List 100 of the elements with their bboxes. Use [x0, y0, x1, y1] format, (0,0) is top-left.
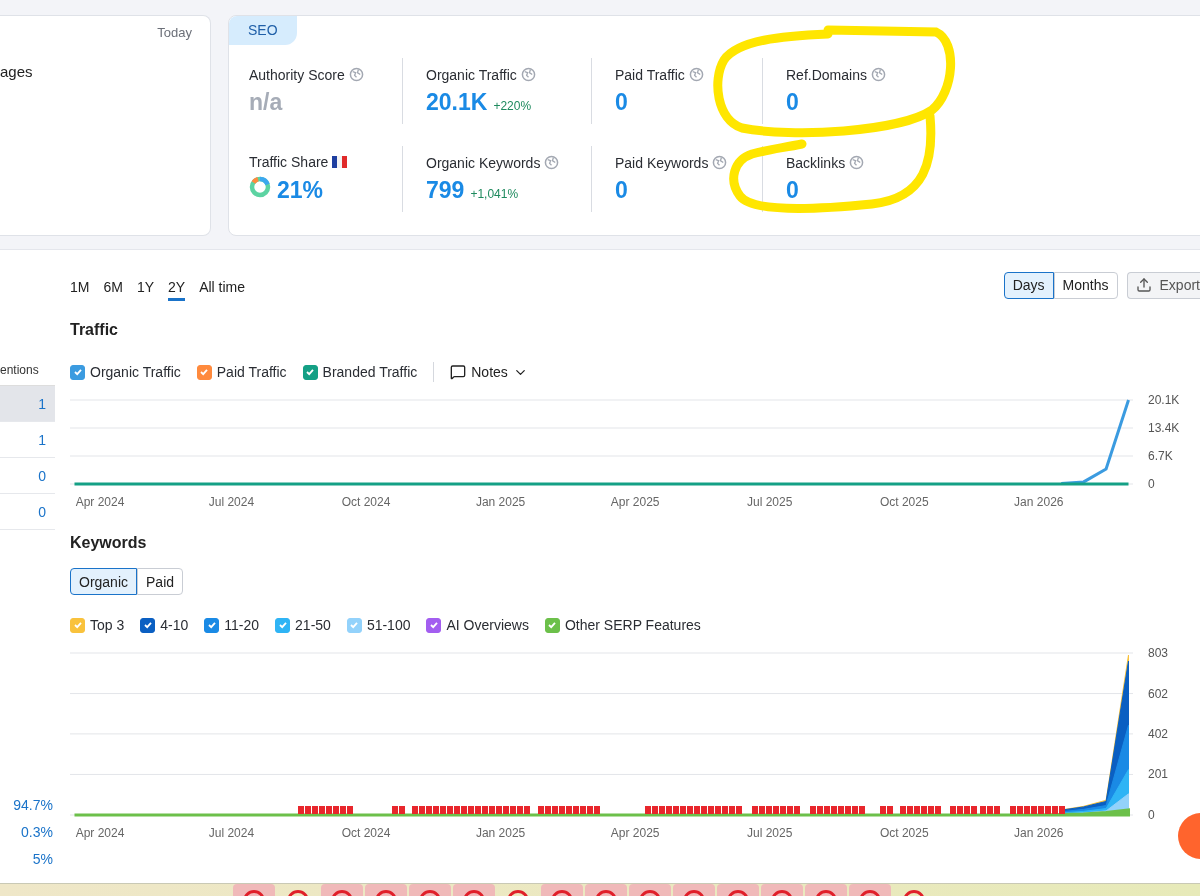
globe-icon	[712, 155, 728, 170]
axis-tick-label: Jan 2026	[1014, 826, 1064, 840]
section-tag: SEO	[229, 16, 297, 45]
table-cell[interactable]: 1	[0, 422, 55, 458]
axis-tick-label: Oct 2025	[879, 495, 929, 509]
upload-icon	[1135, 277, 1152, 293]
keyword-type-toggle[interactable]: Paid	[137, 568, 184, 595]
check-icon	[72, 620, 83, 630]
taskbar-button[interactable]	[453, 884, 495, 896]
globe-icon	[520, 67, 536, 82]
axis-tick-label: 6.7K	[1148, 449, 1173, 463]
metric-name: Organic Keywords	[426, 154, 541, 171]
taskbar-button[interactable]	[629, 884, 671, 896]
metric-value[interactable]: 20.1K	[426, 88, 488, 116]
taskbar-button[interactable]	[409, 884, 451, 896]
legend-checkbox[interactable]: AI Overviews	[426, 617, 529, 633]
axis-tick-label: Oct 2024	[341, 495, 391, 509]
legend-checkbox[interactable]: 51-100	[346, 617, 411, 633]
metric-name: Organic Traffic	[426, 66, 517, 83]
axis-tick-label: Jul 2024	[208, 495, 255, 509]
period-tab[interactable]: 1M	[70, 275, 90, 301]
axis-tick-label: 602	[1148, 686, 1169, 701]
card-text: ages	[0, 63, 34, 80]
keyword-type-toggle[interactable]: Organic	[70, 568, 138, 595]
legend-checkbox[interactable]: Paid Traffic	[196, 364, 287, 380]
taskbar-button[interactable]	[365, 884, 407, 896]
date-label: Today	[157, 25, 192, 40]
metric-value[interactable]: 799	[426, 176, 465, 204]
check-icon	[349, 620, 360, 630]
metric-name: Backlinks	[786, 154, 846, 171]
check-icon	[72, 367, 83, 377]
check-icon	[199, 367, 210, 377]
taskbar-button[interactable]	[673, 884, 715, 896]
axis-tick-label: Apr 2024	[75, 826, 125, 840]
check-icon	[305, 367, 316, 377]
table-cell[interactable]: 0	[0, 458, 55, 494]
axis-tick-label: Jul 2024	[208, 826, 255, 840]
table-cell[interactable]: 1	[0, 386, 55, 422]
axis-tick-label: 803	[1148, 646, 1169, 660]
axis-tick-label: Jan 2025	[475, 826, 526, 840]
notes-dropdown[interactable]: Notes	[450, 364, 528, 380]
metric-change: +1,041%	[470, 186, 519, 201]
axis-tick-label: Jul 2025	[747, 826, 793, 840]
axis-tick-label: 13.4K	[1148, 421, 1180, 435]
globe-icon	[849, 155, 865, 170]
metric-name: Traffic Share	[249, 154, 329, 170]
metric-name: Paid Keywords	[615, 154, 709, 171]
taskbar-button[interactable]	[541, 884, 583, 896]
metric-value[interactable]: 21%	[277, 177, 324, 204]
axis-tick-label: Apr 2024	[75, 495, 125, 509]
axis-tick-label: Jan 2026	[1014, 495, 1064, 509]
metric-value[interactable]: 0	[786, 176, 799, 204]
taskbar-button[interactable]	[761, 884, 803, 896]
metric-name: Ref.Domains	[786, 66, 867, 83]
globe-icon	[870, 67, 886, 82]
granularity-toggle[interactable]: Days	[1003, 271, 1054, 299]
donut-chart-icon	[249, 176, 271, 198]
metric-value[interactable]: 0	[786, 88, 799, 116]
legend-checkbox[interactable]: 11-20	[204, 617, 260, 633]
legend-checkbox[interactable]: Branded Traffic	[302, 364, 418, 380]
legend-checkbox[interactable]: 21-50	[275, 617, 331, 633]
globe-icon	[348, 67, 364, 82]
legend-checkbox[interactable]: 4-10	[140, 617, 189, 633]
table-cell[interactable]: 0	[0, 494, 55, 530]
axis-tick-label: 0	[1148, 477, 1155, 491]
axis-tick-label: Apr 2025	[610, 826, 660, 840]
period-tab[interactable]: 2Y	[168, 275, 186, 301]
taskbar-button[interactable]	[585, 884, 627, 896]
export-button[interactable]: Export	[1126, 271, 1200, 299]
period-tab[interactable]: 1Y	[136, 275, 155, 301]
axis-tick-label: Oct 2024	[341, 826, 391, 840]
legend-checkbox[interactable]: Other SERP Features	[544, 617, 701, 633]
check-icon	[206, 620, 217, 630]
section-title: Keywords	[70, 533, 148, 553]
granularity-toggle[interactable]: Months	[1053, 271, 1118, 299]
globe-icon	[688, 67, 704, 82]
check-icon	[428, 620, 439, 630]
axis-tick-label: Apr 2025	[610, 495, 660, 509]
check-icon	[277, 620, 288, 630]
percentage-value: 5%	[31, 851, 54, 867]
taskbar-button[interactable]	[849, 884, 891, 896]
metric-value[interactable]: 0	[615, 88, 628, 116]
taskbar-button[interactable]	[233, 884, 275, 896]
taskbar-button[interactable]	[805, 884, 847, 896]
metric-name: Authority Score	[249, 66, 345, 83]
flag-icon	[332, 156, 348, 168]
percentage-value: 0.3%	[20, 824, 54, 840]
axis-tick-label: 0	[1148, 808, 1155, 822]
check-icon	[547, 620, 558, 630]
metric-value[interactable]: 0	[615, 176, 628, 204]
section-title: Traffic	[70, 320, 119, 340]
axis-tick-label: Oct 2025	[879, 826, 929, 840]
legend-checkbox[interactable]: Organic Traffic	[70, 364, 181, 380]
period-tab[interactable]: All time	[199, 275, 246, 301]
axis-tick-label: Jan 2025	[475, 495, 526, 509]
period-tab[interactable]: 6M	[103, 275, 123, 301]
percentage-value: 94.7%	[12, 797, 54, 813]
legend-checkbox[interactable]: Top 3	[70, 617, 125, 633]
taskbar-button[interactable]	[321, 884, 363, 896]
taskbar-button[interactable]	[717, 884, 759, 896]
